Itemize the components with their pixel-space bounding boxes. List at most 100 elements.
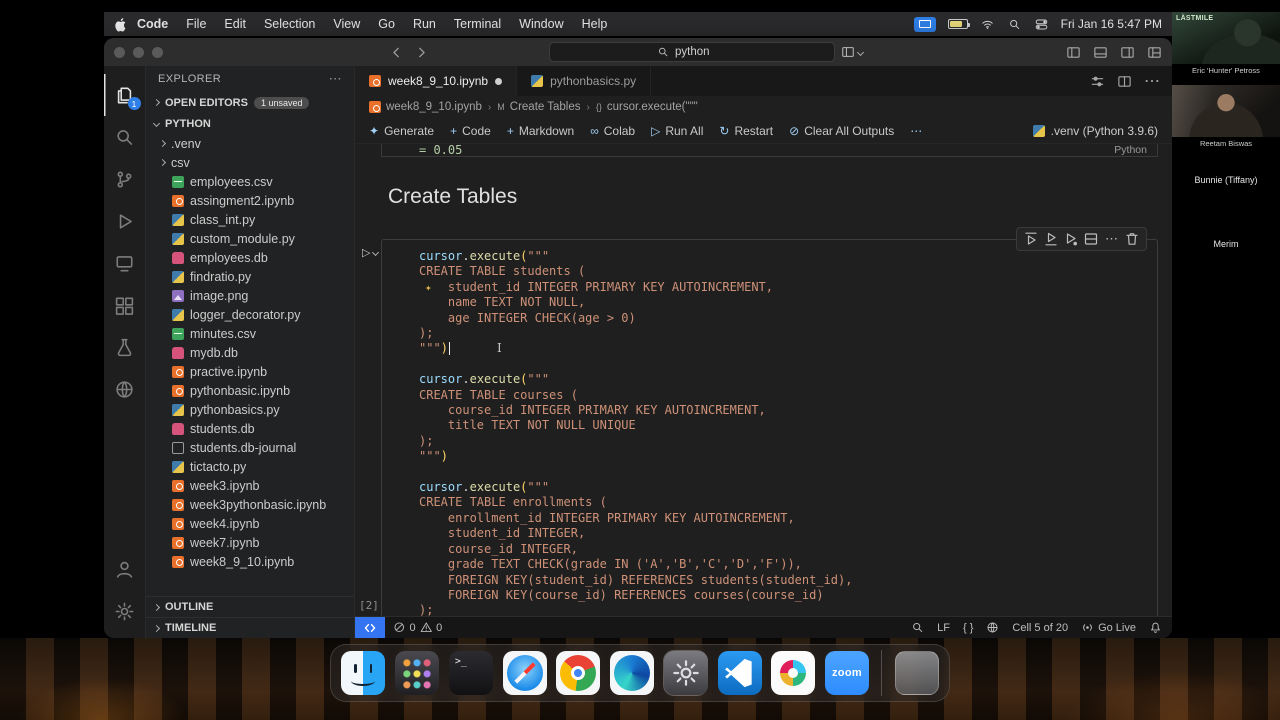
more-actions-icon[interactable]: ⋯: [1144, 71, 1160, 91]
partial-previous-cell[interactable]: = 0.05 Python: [381, 144, 1158, 157]
vscode-dock-icon[interactable]: [717, 651, 762, 695]
menubar-item[interactable]: Help: [573, 17, 617, 31]
finder-dock-icon[interactable]: [341, 651, 386, 695]
accounts-icon[interactable]: [104, 548, 146, 590]
split-cell-icon[interactable]: [1083, 231, 1099, 247]
tree-file[interactable]: students.db-journal: [146, 438, 354, 457]
toolbar-generate[interactable]: ✦ Generate: [369, 124, 434, 138]
tree-file[interactable]: practive.ipynb: [146, 362, 354, 381]
trash-icon[interactable]: [1124, 231, 1140, 247]
wifi-icon[interactable]: [980, 18, 995, 31]
run-debug-icon[interactable]: [104, 200, 146, 242]
code-line[interactable]: CREATE TABLE enrollments (: [419, 495, 1149, 510]
tree-file[interactable]: logger_decorator.py: [146, 305, 354, 324]
timeline-section[interactable]: TIMELINE: [146, 617, 354, 638]
code-line[interactable]: cursor.execute(""": [419, 372, 1149, 387]
statusbar-item-go-live[interactable]: Go Live: [1081, 621, 1136, 634]
slack-dock-icon[interactable]: [771, 651, 816, 695]
toggle-sidebar-icon[interactable]: [1066, 45, 1081, 60]
code-line[interactable]: [419, 357, 1149, 372]
code-cell[interactable]: ▷ ⋯ cursor.execute(""" CREATE TABLE stude…: [362, 227, 1158, 616]
editor-layout-icon[interactable]: [1147, 45, 1162, 60]
source-control-icon[interactable]: [104, 158, 146, 200]
editor-tab[interactable]: pythonbasics.py: [517, 66, 652, 96]
statusbar-item--[interactable]: { }: [963, 622, 973, 634]
problems-indicator[interactable]: 0 0: [385, 621, 450, 634]
tree-file[interactable]: custom_module.py: [146, 229, 354, 248]
menubar-item[interactable]: Run: [404, 17, 445, 31]
menubar-item[interactable]: File: [177, 17, 215, 31]
tree-file[interactable]: mydb.db: [146, 343, 354, 362]
statusbar-item-cell-5-of-20[interactable]: Cell 5 of 20: [1012, 622, 1068, 634]
control-center-icon[interactable]: [1034, 18, 1049, 31]
remote-indicator[interactable]: [355, 617, 385, 638]
tree-file[interactable]: students.db: [146, 419, 354, 438]
customize-layout-control[interactable]: [841, 45, 865, 59]
project-section[interactable]: PYTHON: [146, 113, 354, 134]
toolbar-more[interactable]: ⋯: [910, 124, 922, 138]
menubar-item[interactable]: Go: [369, 17, 404, 31]
split-editor-icon[interactable]: [1117, 74, 1132, 89]
code-editor[interactable]: cursor.execute(""" CREATE TABLE students …: [382, 240, 1157, 616]
menubar-item[interactable]: Terminal: [445, 17, 510, 31]
ports-icon[interactable]: [104, 368, 146, 410]
explorer-more-actions[interactable]: ⋯: [329, 71, 342, 87]
menubar-item[interactable]: View: [324, 17, 369, 31]
tree-folder[interactable]: csv: [146, 153, 354, 172]
code-line[interactable]: """): [419, 449, 1149, 464]
tree-file[interactable]: week8_9_10.ipynb: [146, 552, 354, 571]
menubar-item[interactable]: Window: [510, 17, 572, 31]
apple-menu-icon[interactable]: [114, 17, 128, 32]
chrome-dock-icon[interactable]: [556, 651, 601, 695]
code-line[interactable]: """) I: [419, 341, 1149, 356]
code-line[interactable]: age INTEGER CHECK(age > 0): [419, 311, 1149, 326]
code-line[interactable]: FOREIGN KEY(course_id) REFERENCES course…: [419, 588, 1149, 603]
menubar-app-name[interactable]: Code: [128, 17, 177, 31]
launchpad-dock-icon[interactable]: [395, 651, 440, 695]
toolbar-restart[interactable]: ↻ Restart: [719, 124, 773, 138]
code-line[interactable]: CREATE TABLE students (: [419, 264, 1149, 279]
menubar-clock[interactable]: Fri Jan 16 5:47 PM: [1061, 17, 1162, 31]
statusbar-item[interactable]: [986, 621, 999, 634]
participant-name-tile[interactable]: Merim: [1172, 218, 1280, 270]
settings-dock-icon[interactable]: [663, 651, 708, 695]
tree-file[interactable]: tictacto.py: [146, 457, 354, 476]
settings-gear-icon[interactable]: [104, 590, 146, 632]
code-line[interactable]: FOREIGN KEY(student_id) REFERENCES stude…: [419, 573, 1149, 588]
participant-video-tile[interactable]: LÄSTMILE: [1172, 12, 1280, 64]
code-line[interactable]: CREATE TABLE courses (: [419, 388, 1149, 403]
toolbar-colab[interactable]: ∞ Colab: [590, 124, 635, 138]
code-line[interactable]: cursor.execute(""": [419, 249, 1149, 264]
menubar-item[interactable]: Selection: [255, 17, 324, 31]
kernel-picker[interactable]: .venv (Python 3.9.6): [1032, 124, 1158, 138]
code-line[interactable]: student_id INTEGER PRIMARY KEY AUTOINCRE…: [419, 280, 1149, 295]
editor-tab[interactable]: week8_9_10.ipynb: [355, 66, 518, 96]
statusbar-item[interactable]: [911, 621, 924, 634]
safari-dock-icon[interactable]: [502, 651, 547, 695]
tree-file[interactable]: week3.ipynb: [146, 476, 354, 495]
more-icon[interactable]: ⋯: [1103, 231, 1120, 247]
markdown-heading[interactable]: Create Tables: [388, 185, 1172, 209]
debug-cell-icon[interactable]: [1063, 231, 1079, 247]
tree-file[interactable]: employees.csv: [146, 172, 354, 191]
tree-file[interactable]: week7.ipynb: [146, 533, 354, 552]
search-view-icon[interactable]: [104, 116, 146, 158]
screen-mirroring-icon[interactable]: [913, 16, 936, 32]
command-center-search[interactable]: [549, 42, 835, 62]
code-line[interactable]: student_id INTEGER,: [419, 526, 1149, 541]
tree-file[interactable]: image.png: [146, 286, 354, 305]
code-line[interactable]: name TEXT NOT NULL,: [419, 295, 1149, 310]
notebook-layout-icon[interactable]: [1090, 74, 1105, 89]
open-editors-section[interactable]: OPEN EDITORS 1 unsaved: [146, 92, 354, 113]
tree-file[interactable]: findratio.py: [146, 267, 354, 286]
tree-file[interactable]: week3pythonbasic.ipynb: [146, 495, 354, 514]
minimize-window-button[interactable]: [133, 46, 144, 58]
outline-section[interactable]: OUTLINE: [146, 596, 354, 617]
breadcrumb-item[interactable]: M Create Tables: [497, 101, 580, 113]
run-above-icon[interactable]: [1023, 231, 1039, 247]
toolbar-clear-all-outputs[interactable]: ⊘ Clear All Outputs: [789, 124, 894, 138]
code-line[interactable]: enrollment_id INTEGER PRIMARY KEY AUTOIN…: [419, 511, 1149, 526]
toolbar-code[interactable]: + Code: [450, 124, 491, 138]
zoom-dock-icon[interactable]: zoom: [824, 651, 869, 695]
toolbar-markdown[interactable]: + Markdown: [507, 124, 574, 138]
